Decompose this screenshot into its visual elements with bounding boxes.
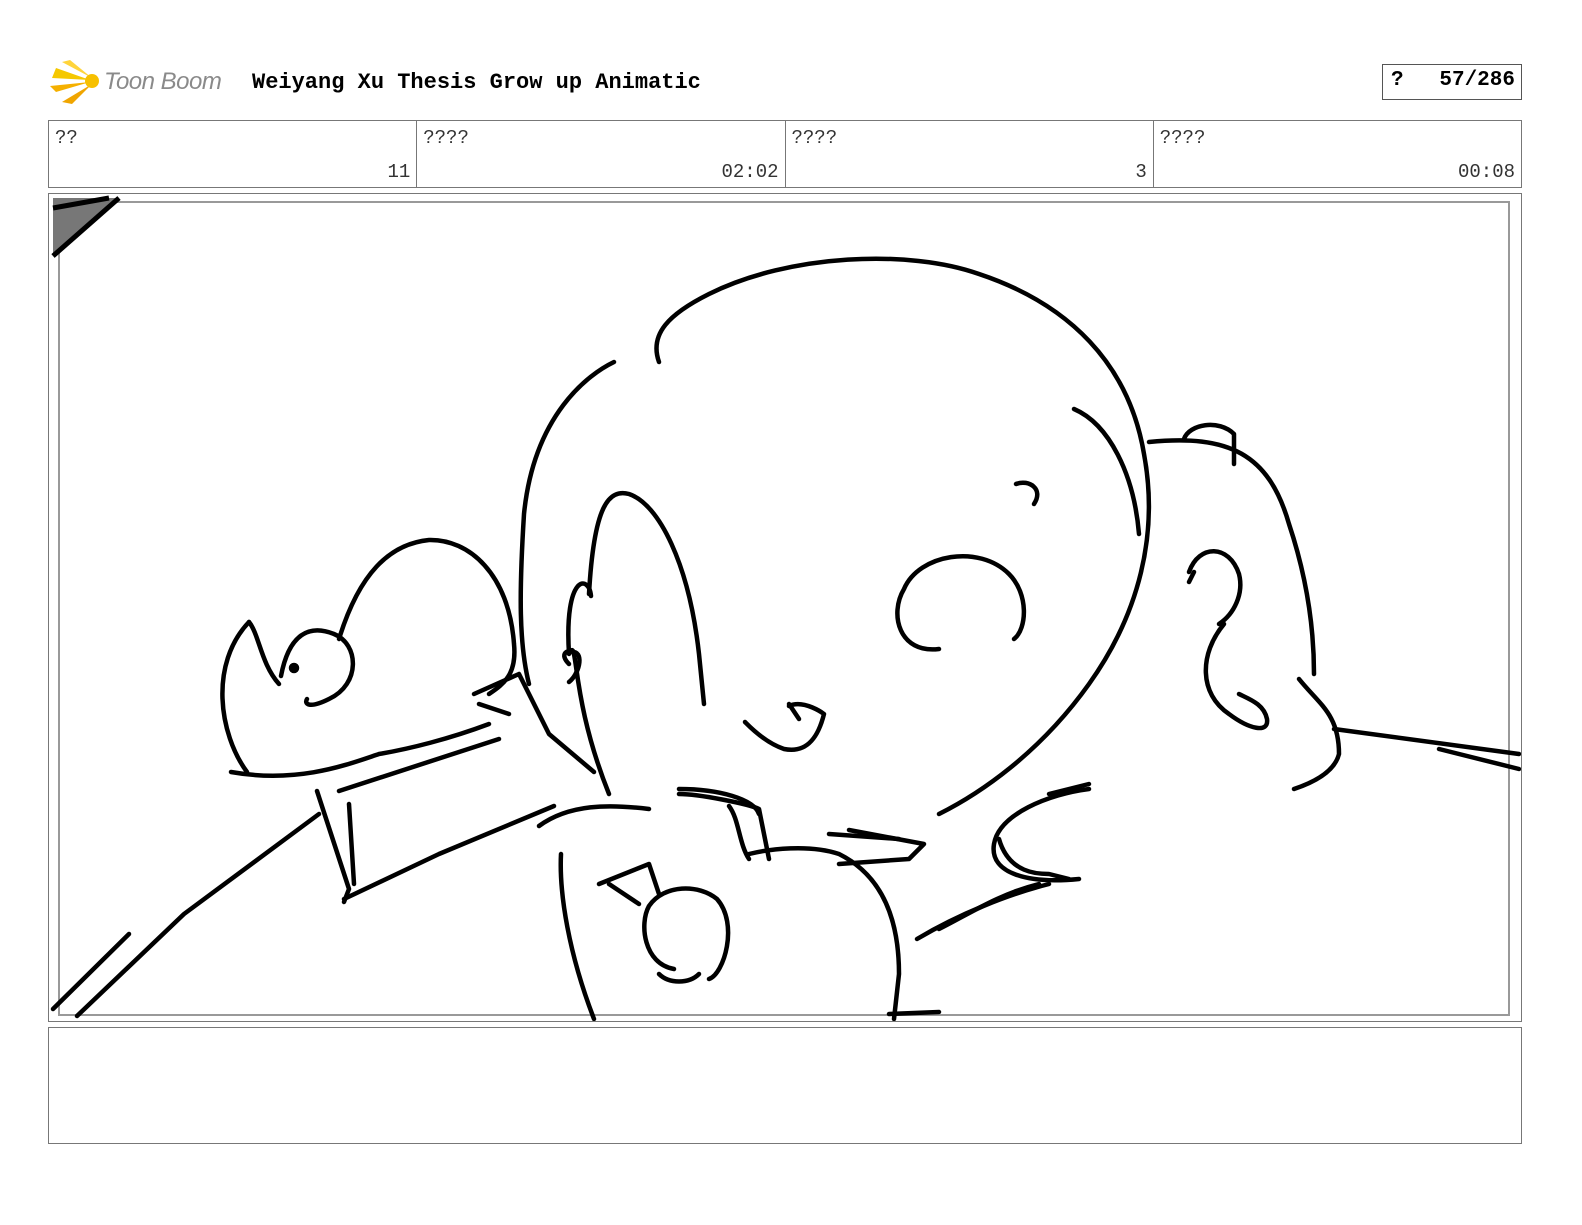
page-prefix: ? (1391, 69, 1404, 92)
info-label: ???? (791, 127, 838, 149)
logo-text: Toon Boom (104, 68, 222, 95)
page-indicator: ? 57/286 (1382, 64, 1522, 100)
info-label: ?? (55, 127, 78, 149)
info-label: ???? (423, 127, 469, 149)
info-cell-panel-duration: ???? 00:08 (1154, 121, 1521, 187)
info-cell-panel: ???? 3 (786, 121, 1154, 187)
info-value: 11 (387, 161, 411, 183)
sunburst-icon (50, 60, 99, 104)
info-cell-scene: ?? 11 (49, 121, 418, 187)
page-number: 57/286 (1439, 69, 1515, 92)
info-value: 00:08 (1457, 161, 1515, 183)
info-value: 02:02 (721, 161, 779, 183)
toon-boom-logo: Toon Boom (50, 58, 240, 106)
sketch-drawing (50, 195, 1521, 1021)
info-cell-duration: ???? 02:02 (417, 121, 786, 187)
storyboard-panel (48, 193, 1522, 1022)
info-value: 3 (1135, 161, 1147, 183)
storyboard-header: Toon Boom Weiyang Xu Thesis Grow up Anim… (50, 56, 1522, 108)
panel-info-row: ?? 11 ???? 02:02 ???? 3 ???? 00:08 (48, 120, 1522, 188)
info-label: ???? (1159, 127, 1206, 149)
project-title: Weiyang Xu Thesis Grow up Animatic (252, 70, 701, 95)
notes-box (48, 1027, 1522, 1144)
